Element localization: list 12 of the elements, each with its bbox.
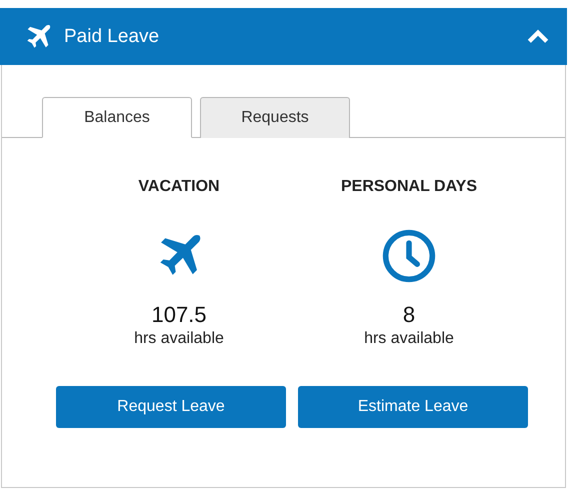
action-button[interactable]: Estimate Leave [298, 386, 528, 428]
balance-unit: hrs available [134, 330, 224, 348]
tab[interactable]: Requests [200, 97, 350, 138]
balance-title: PERSONAL DAYS [340, 178, 478, 196]
balance-value: 107.5 [151, 302, 207, 328]
balance-title: VACATION [138, 178, 220, 196]
tab[interactable]: Balances [42, 97, 192, 138]
panel-title: Paid Leave [64, 26, 160, 48]
balance-unit: hrs available [364, 330, 454, 348]
balance-value: 8 [402, 302, 416, 328]
clock-icon [381, 228, 437, 284]
action-button[interactable]: Request Leave [56, 386, 286, 428]
